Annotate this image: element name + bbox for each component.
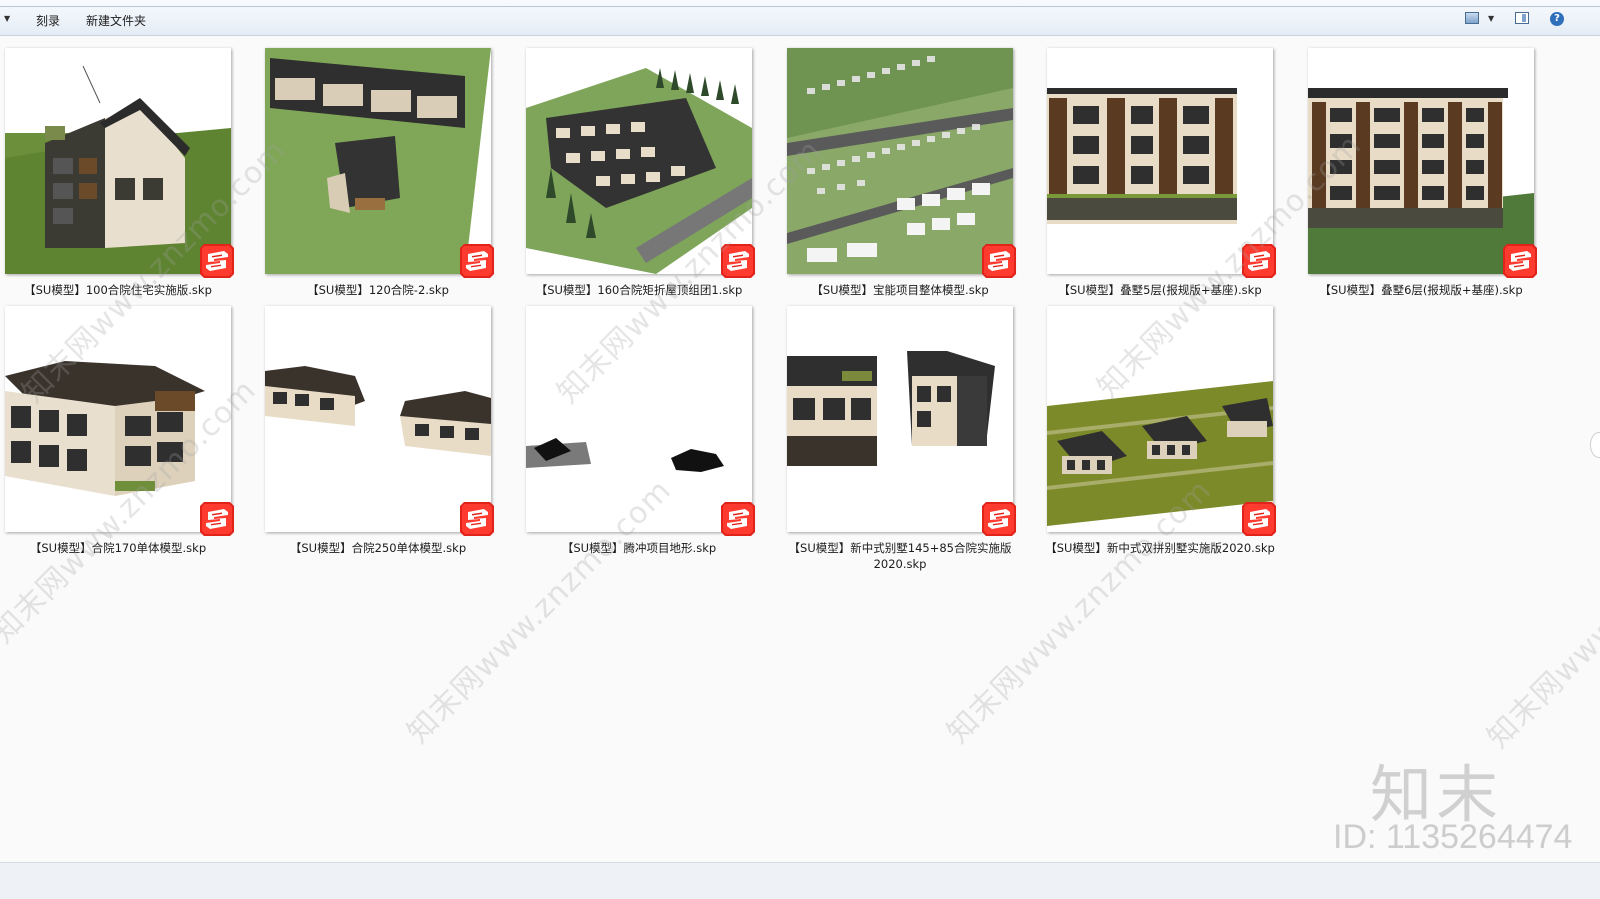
file-name: 【SU模型】叠墅5层(报规版+基座).skp [1058, 283, 1262, 297]
file-name: 【SU模型】宝能项目整体模型.skp [811, 283, 989, 297]
view-options-arrow[interactable]: ▼ [1488, 14, 1494, 23]
sketchup-icon [460, 244, 494, 278]
change-view-icon[interactable] [1465, 12, 1479, 24]
watermark-text: 知末网www.znzmo.com [1480, 477, 1600, 756]
command-bar: ▼ 刻录 新建文件夹 ▼ ? [0, 0, 1600, 36]
file-name: 【SU模型】合院250单体模型.skp [289, 541, 467, 555]
sketchup-icon [1242, 502, 1276, 536]
file-name: 【SU模型】合院170单体模型.skp [29, 541, 207, 555]
file-thumbnail [5, 306, 231, 532]
asset-id: ID: 1135264474 [1333, 818, 1573, 856]
file-thumbnail [787, 48, 1013, 274]
file-thumbnail [265, 48, 491, 274]
new-folder-button[interactable]: 新建文件夹 [86, 12, 146, 29]
sketchup-icon [982, 502, 1016, 536]
window-top-border [0, 6, 1600, 7]
status-bar [0, 862, 1600, 899]
file-thumbnail [1047, 48, 1273, 274]
file-name: 【SU模型】新中式别墅145+85合院实施版2020.skp [788, 541, 1012, 571]
file-thumbnail [526, 48, 752, 274]
file-thumbnail [787, 306, 1013, 532]
sketchup-icon [460, 502, 494, 536]
file-thumbnail [526, 306, 752, 532]
file-name: 【SU模型】160合院矩折屋顶组团1.skp [535, 283, 743, 297]
file-thumbnail [1308, 48, 1534, 274]
help-icon[interactable]: ? [1550, 12, 1564, 26]
file-name: 【SU模型】新中式双拼别墅实施版2020.skp [1045, 541, 1275, 555]
scroll-handle[interactable] [1590, 432, 1600, 458]
sketchup-icon [200, 502, 234, 536]
file-name: 【SU模型】腾冲项目地形.skp [561, 541, 717, 555]
sketchup-icon [982, 244, 1016, 278]
file-name: 【SU模型】叠墅6层(报规版+基座).skp [1319, 283, 1523, 297]
file-name: 【SU模型】100合院住宅实施版.skp [24, 283, 212, 297]
burn-button[interactable]: 刻录 [36, 12, 60, 29]
file-thumbnail [1047, 306, 1273, 532]
file-thumbnail [5, 48, 231, 274]
file-thumbnail [265, 306, 491, 532]
preview-pane-icon[interactable] [1515, 12, 1529, 24]
sketchup-icon [200, 244, 234, 278]
sketchup-icon [721, 502, 755, 536]
sketchup-icon [1242, 244, 1276, 278]
organize-dropdown-arrow[interactable]: ▼ [4, 14, 10, 23]
file-name: 【SU模型】120合院-2.skp [307, 283, 449, 297]
sketchup-icon [1503, 244, 1537, 278]
sketchup-icon [721, 244, 755, 278]
